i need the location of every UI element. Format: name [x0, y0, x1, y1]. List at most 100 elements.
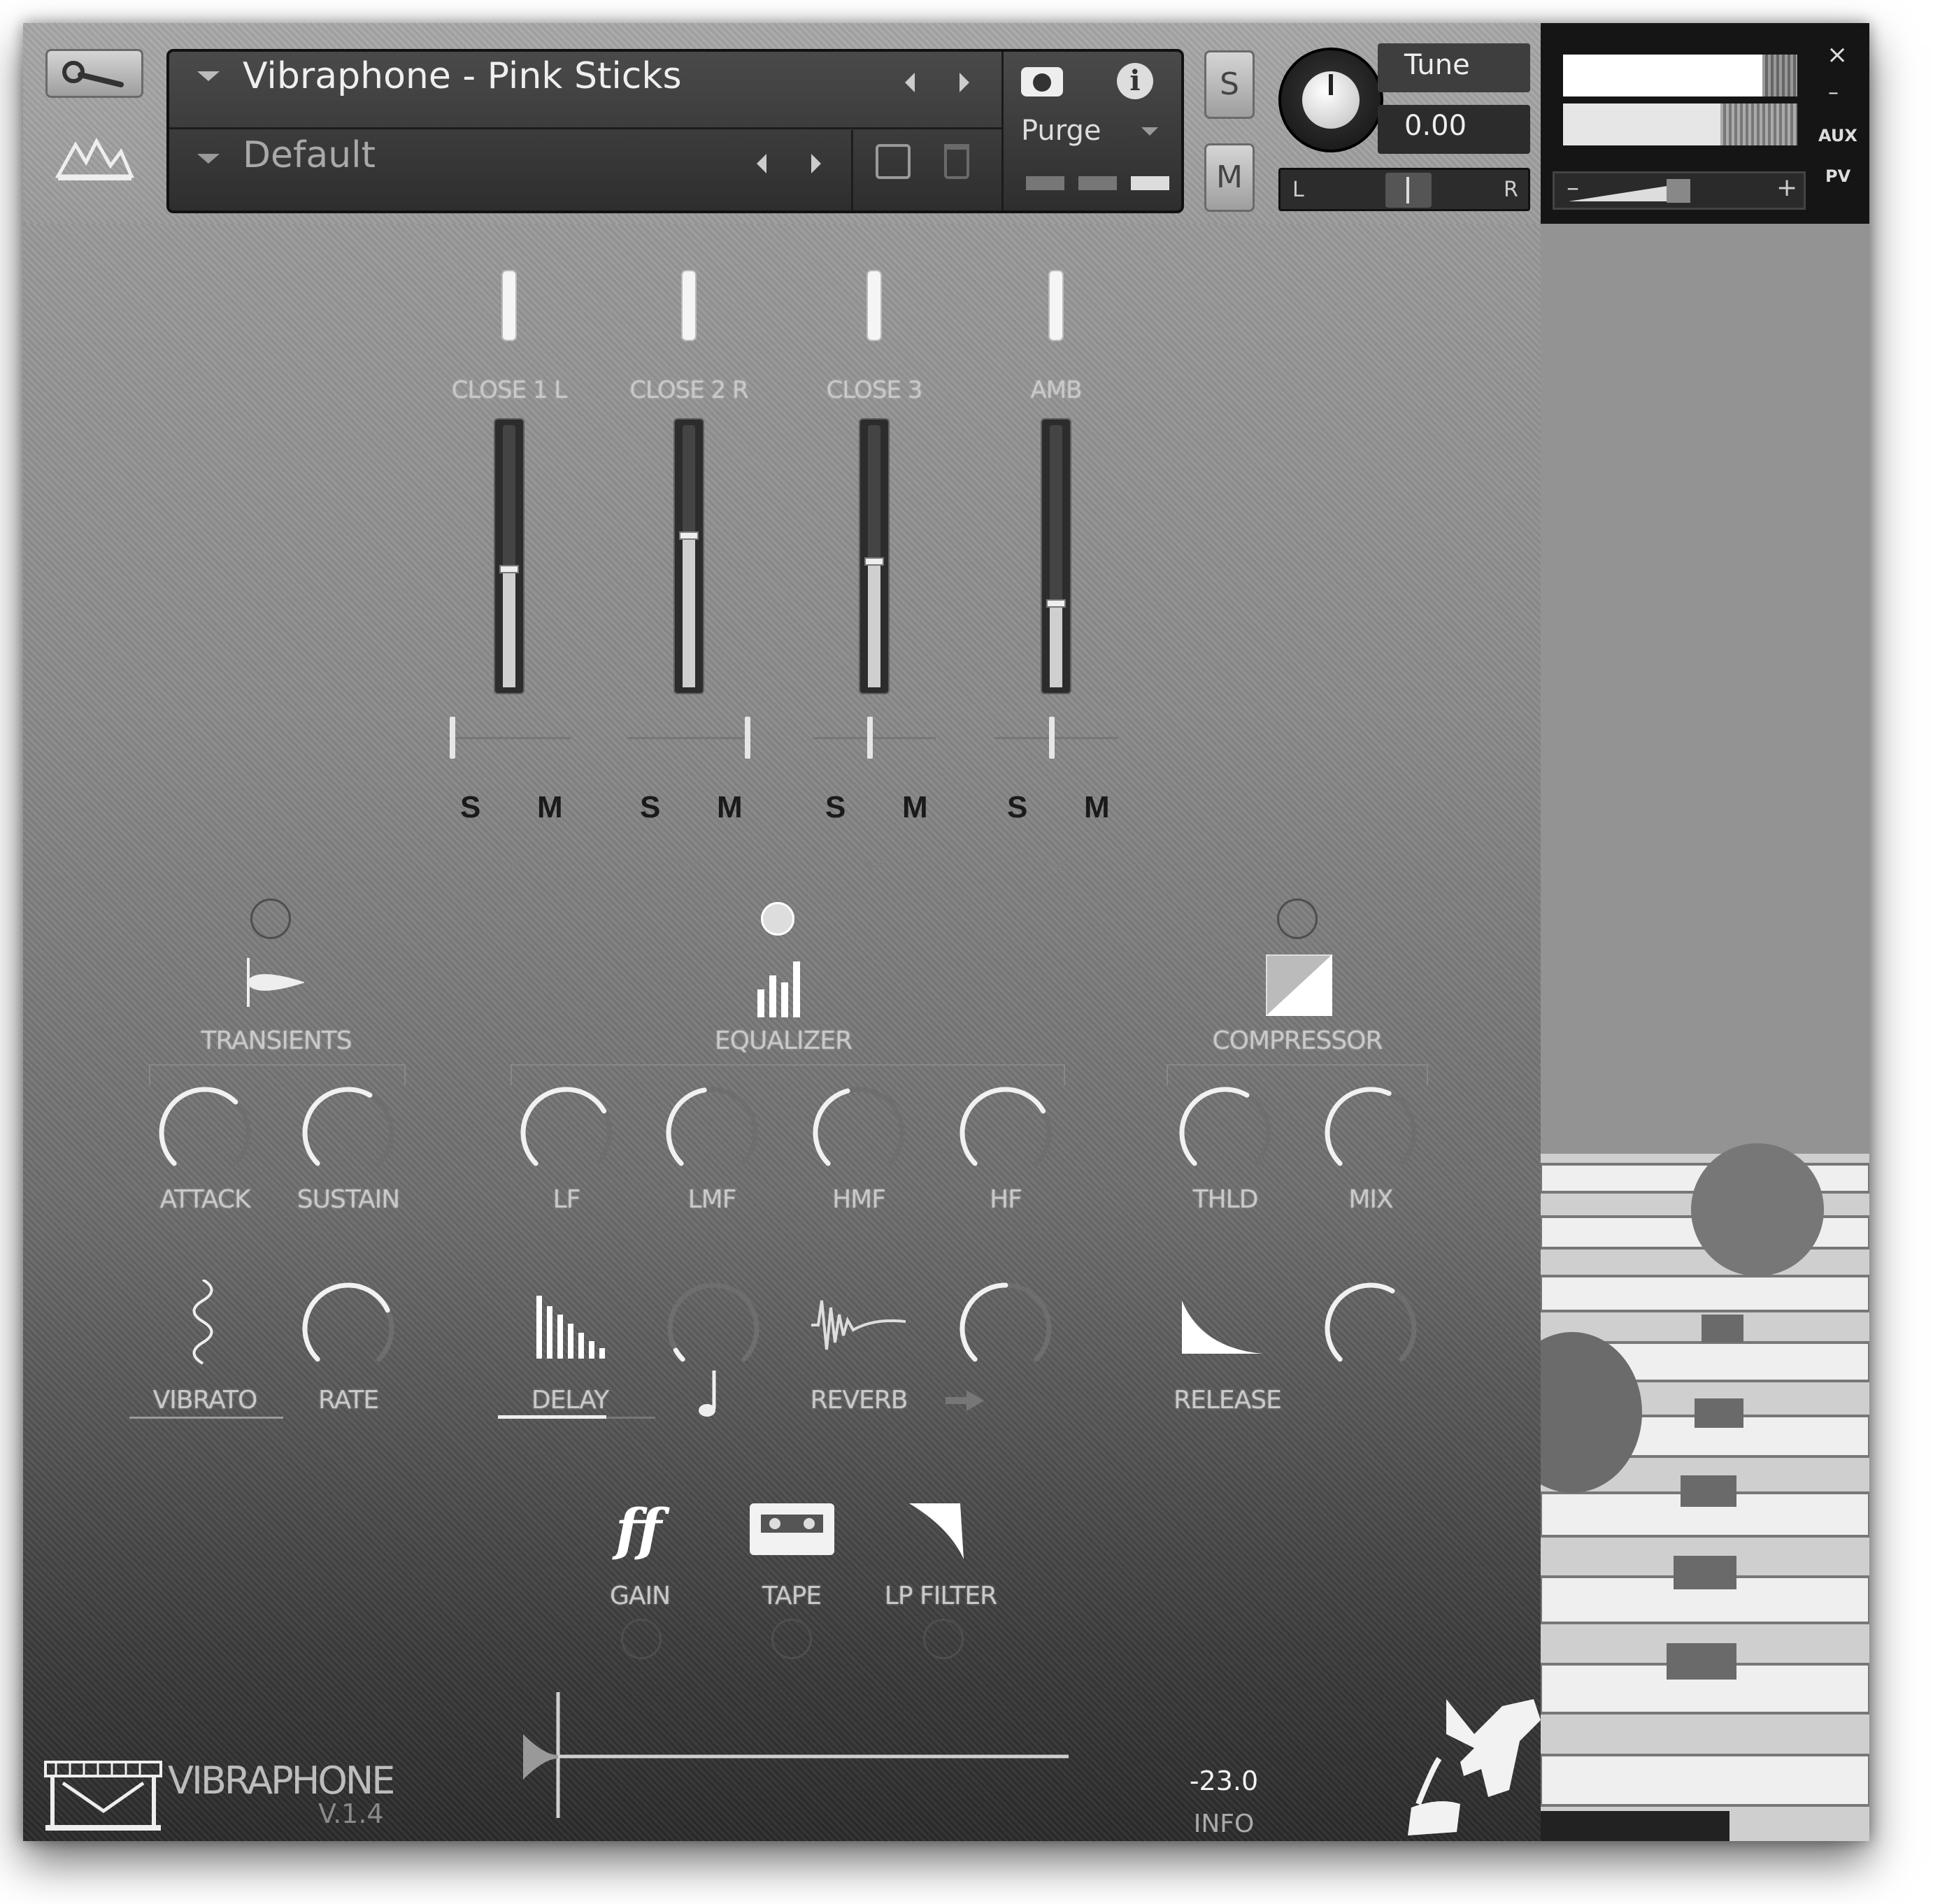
vibrato-icon[interactable] — [182, 1278, 224, 1370]
reverb-label: REVERB — [810, 1386, 908, 1415]
logo-icon — [55, 137, 134, 180]
chevron-down-icon[interactable] — [1043, 859, 1069, 870]
reverb-icon[interactable] — [811, 1294, 906, 1357]
instrument-name[interactable]: Vibraphone - Pink Sticks — [243, 55, 682, 97]
info-icon[interactable]: i — [1117, 63, 1153, 99]
channel-mute-button[interactable]: M — [1084, 790, 1110, 825]
tape-icon[interactable] — [748, 1502, 836, 1556]
delay-selected-underline — [498, 1415, 606, 1419]
fader-handle[interactable] — [499, 565, 519, 573]
pan-slider[interactable] — [1278, 168, 1530, 211]
instrument-menu-arrow-icon[interactable] — [197, 71, 220, 81]
channel-mute-button[interactable]: M — [717, 790, 743, 825]
purge-label[interactable]: Purge — [1021, 115, 1101, 147]
channel-pan-slider[interactable] — [448, 737, 571, 739]
chevron-down-icon[interactable] — [497, 859, 522, 870]
delete-snapshot-icon[interactable] — [944, 144, 969, 179]
chevron-down-icon[interactable] — [862, 859, 887, 870]
release-icon[interactable] — [1181, 1299, 1264, 1355]
release-amount-knob[interactable] — [1320, 1278, 1421, 1379]
tune-knob[interactable] — [1278, 48, 1383, 152]
channel-pan-slider[interactable] — [994, 737, 1118, 739]
channel-solo-button[interactable]: S — [640, 790, 660, 825]
gain-icon[interactable]: ff — [600, 1500, 677, 1559]
lp-filter-icon[interactable] — [908, 1500, 967, 1559]
next-instrument-icon[interactable] — [960, 73, 969, 92]
channel-mute-button[interactable]: M — [537, 790, 563, 825]
thld-knob[interactable] — [1175, 1082, 1276, 1183]
delay-label: DELAY — [531, 1386, 609, 1415]
next-snapshot-icon[interactable] — [811, 154, 821, 173]
transients-toggle[interactable] — [250, 899, 291, 939]
snapshot-menu-arrow-icon[interactable] — [197, 154, 220, 164]
volume-plus[interactable]: + — [1776, 173, 1797, 202]
mute-button[interactable]: M — [1204, 143, 1255, 212]
pan-handle[interactable] — [745, 717, 750, 759]
pan-handle[interactable] — [867, 717, 873, 759]
level-meter-fill — [868, 561, 880, 687]
pan-handle[interactable] — [1049, 717, 1055, 759]
attack-label: ATTACK — [159, 1185, 250, 1214]
fader-handle[interactable] — [1046, 599, 1066, 608]
solo-button[interactable]: S — [1204, 50, 1255, 119]
attack-knob[interactable] — [155, 1082, 255, 1183]
save-snapshot-icon[interactable] — [876, 144, 911, 179]
vibraphone-logo-icon — [42, 1755, 164, 1835]
channel-solo-button[interactable]: S — [1007, 790, 1027, 825]
aux-button[interactable]: AUX — [1818, 126, 1857, 145]
fader-handle[interactable] — [864, 557, 884, 566]
pan-handle[interactable] — [450, 717, 455, 759]
info-button[interactable]: INFO — [1147, 1810, 1301, 1838]
equalizer-toggle[interactable] — [761, 902, 794, 936]
channel-solo-button[interactable]: S — [825, 790, 846, 825]
gain-toggle[interactable] — [621, 1619, 662, 1659]
chevron-down-icon[interactable] — [676, 859, 701, 870]
photo-image — [1541, 224, 1869, 1841]
delay-time-knob[interactable] — [663, 1278, 764, 1379]
camera-icon[interactable] — [1021, 67, 1063, 96]
microphone-icon — [495, 269, 523, 346]
meter-scale — [1762, 55, 1797, 96]
pv-button[interactable]: PV — [1825, 166, 1850, 186]
output-meter-right — [1563, 103, 1720, 145]
hf-knob[interactable] — [955, 1082, 1056, 1183]
reverb-arrow-icon[interactable] — [946, 1390, 984, 1411]
channel-solo-button[interactable]: S — [460, 790, 480, 825]
channel-mute-button[interactable]: M — [902, 790, 928, 825]
volume-minus[interactable]: – — [1567, 173, 1579, 202]
tape-toggle[interactable] — [771, 1619, 812, 1659]
lp-filter-toggle[interactable] — [923, 1619, 964, 1659]
prev-instrument-icon[interactable] — [905, 73, 915, 92]
dog-gramophone-logo-icon — [1397, 1692, 1541, 1841]
hmf-knob[interactable] — [808, 1082, 909, 1183]
output-volume-slider[interactable] — [1553, 171, 1806, 210]
tune-value[interactable]: 0.00 — [1404, 110, 1467, 142]
sustain-knob[interactable] — [298, 1082, 399, 1183]
reverb-amount-knob[interactable] — [955, 1278, 1056, 1379]
rate-knob[interactable] — [298, 1278, 399, 1379]
mix-knob[interactable] — [1320, 1082, 1421, 1183]
close-icon[interactable]: × — [1827, 41, 1848, 69]
tune-label: Tune — [1404, 49, 1470, 81]
memory-meter-segment — [1078, 176, 1117, 190]
channel-pan-slider[interactable] — [813, 737, 936, 739]
channel-name: CLOSE 2 R — [629, 376, 748, 404]
minimize-icon[interactable]: – — [1828, 80, 1839, 105]
lf-knob[interactable] — [516, 1082, 617, 1183]
divider — [851, 130, 853, 210]
pan-right-label: R — [1504, 178, 1518, 202]
level-meter-fill — [503, 569, 515, 687]
prev-snapshot-icon[interactable] — [757, 154, 766, 173]
lmf-knob[interactable] — [662, 1082, 762, 1183]
purge-dropdown-icon[interactable] — [1141, 127, 1158, 136]
product-name: VIBRAPHONE — [168, 1759, 395, 1803]
delay-icon[interactable] — [533, 1292, 610, 1359]
velocity-curve-display[interactable] — [516, 1689, 1076, 1828]
snapshot-name[interactable]: Default — [243, 134, 376, 176]
compressor-toggle[interactable] — [1277, 899, 1318, 939]
settings-wrench-button[interactable] — [45, 49, 143, 98]
channel-name: CLOSE 3 — [826, 376, 923, 404]
fader-handle[interactable] — [679, 531, 699, 540]
release-label: RELEASE — [1174, 1386, 1282, 1415]
channel-pan-slider[interactable] — [627, 737, 750, 739]
